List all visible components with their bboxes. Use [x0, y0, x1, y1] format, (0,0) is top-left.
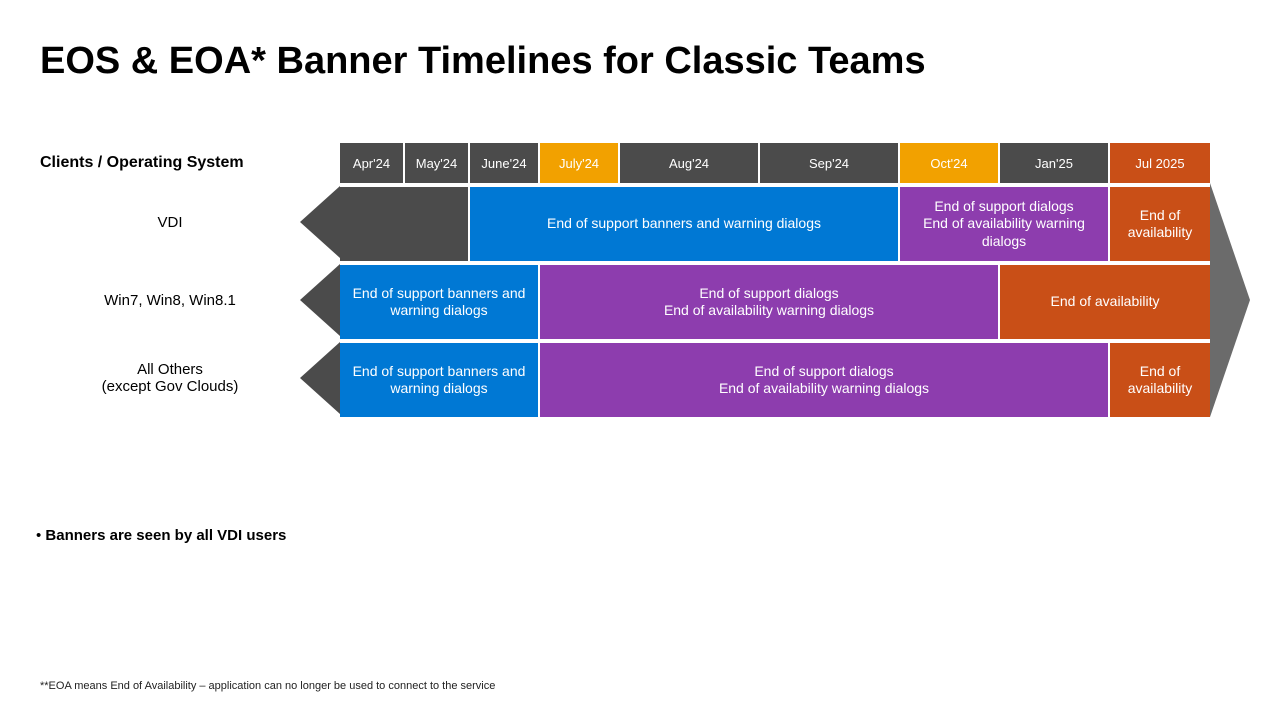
timeline-header-cell: Aug'24 [620, 143, 760, 183]
timeline-header-cell: Sep'24 [760, 143, 900, 183]
timeline-header-cell: July'24 [540, 143, 620, 183]
row-label-vdi: VDI [40, 183, 300, 261]
row-labels-column: Clients / Operating System VDI Win7, Win… [40, 143, 300, 417]
timeline-grid: Apr'24May'24June'24July'24Aug'24Sep'24Oc… [340, 143, 1210, 417]
timeline: Clients / Operating System VDI Win7, Win… [40, 143, 1240, 417]
timeline-segment: End of availability [1000, 265, 1210, 339]
page-title: EOS & EOA* Banner Timelines for Classic … [40, 40, 1240, 83]
timeline-segment: End of availability [1110, 187, 1210, 261]
timeline-header-cell: Apr'24 [340, 143, 405, 183]
timeline-segment: End of availability [1110, 343, 1210, 417]
timeline-header-cell: Jan'25 [1000, 143, 1110, 183]
footnote: **EOA means End of Availability – applic… [40, 680, 495, 692]
timeline-segment: End of support banners and warning dialo… [470, 187, 900, 261]
arrow-left-icon [300, 143, 340, 417]
bullet-note: Banners are seen by all VDI users [40, 527, 1240, 544]
timeline-header-row: Apr'24May'24June'24July'24Aug'24Sep'24Oc… [340, 143, 1210, 183]
timeline-segment: End of support dialogs End of availabili… [540, 343, 1110, 417]
timeline-segment: End of support banners and warning dialo… [340, 265, 540, 339]
timeline-header-cell: June'24 [470, 143, 540, 183]
arrow-right-icon [1210, 143, 1250, 417]
timeline-row: End of support banners and warning dialo… [340, 183, 1210, 261]
timeline-segment: End of support dialogs End of availabili… [540, 265, 1000, 339]
row-label-others: All Others (except Gov Clouds) [40, 339, 300, 417]
timeline-segment: End of support banners and warning dialo… [340, 343, 540, 417]
timeline-segment [340, 187, 470, 261]
timeline-header-cell: Oct'24 [900, 143, 1000, 183]
timeline-header-cell: May'24 [405, 143, 470, 183]
row-label-win7: Win7, Win8, Win8.1 [40, 261, 300, 339]
timeline-row: End of support banners and warning dialo… [340, 339, 1210, 417]
timeline-row: End of support banners and warning dialo… [340, 261, 1210, 339]
timeline-header-cell: Jul 2025 [1110, 143, 1210, 183]
timeline-segment: End of support dialogs End of availabili… [900, 187, 1110, 261]
row-header-label: Clients / Operating System [40, 143, 300, 183]
